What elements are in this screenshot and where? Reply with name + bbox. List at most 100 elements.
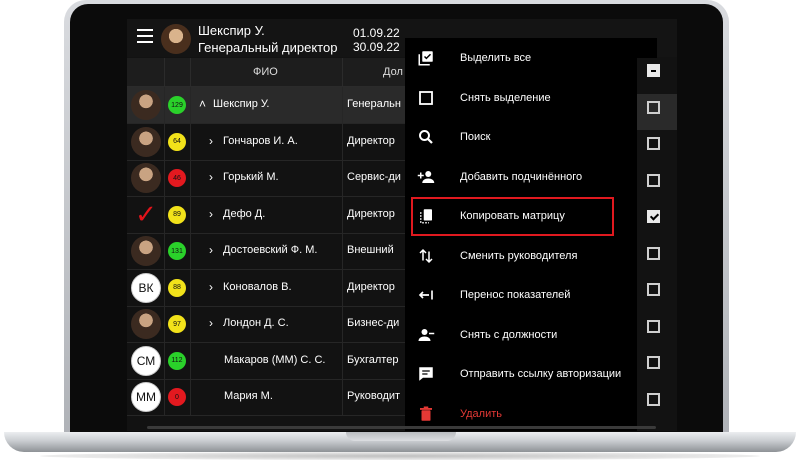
column-divider bbox=[342, 87, 343, 123]
chevron-up-icon[interactable]: ˄ bbox=[199, 97, 206, 111]
row-checkbox[interactable] bbox=[647, 210, 660, 223]
chevron-right-icon[interactable]: › bbox=[209, 134, 213, 148]
chevron-right-icon[interactable]: › bbox=[209, 316, 213, 330]
header-avatar-col bbox=[127, 58, 165, 86]
score-badge: 112 bbox=[168, 351, 186, 370]
column-divider bbox=[190, 342, 191, 379]
employee-name: Мария М. bbox=[224, 390, 273, 402]
row-checkbox[interactable] bbox=[647, 100, 660, 114]
date-to[interactable]: 30.09.22 bbox=[353, 40, 400, 54]
row-checkbox[interactable] bbox=[647, 356, 660, 369]
column-divider bbox=[342, 160, 343, 196]
menu-item-swap-vert[interactable]: Сменить руководителя bbox=[405, 237, 657, 276]
employee-name: Шекспир У. bbox=[213, 98, 270, 110]
employee-position: Бизнес-ди bbox=[347, 317, 400, 329]
menu-item-person-add[interactable]: Добавить подчинённого bbox=[405, 158, 657, 197]
chevron-right-icon[interactable]: › bbox=[209, 207, 213, 221]
column-divider bbox=[164, 196, 165, 233]
menu-item-search[interactable]: Поиск bbox=[405, 118, 657, 157]
swap-vert-icon bbox=[417, 247, 435, 265]
column-divider bbox=[164, 269, 165, 306]
row-checkbox[interactable] bbox=[647, 173, 660, 187]
column-divider bbox=[190, 87, 191, 123]
checkbox-blank-icon bbox=[417, 89, 435, 107]
user-name: Шекспир У. bbox=[198, 23, 265, 38]
delete-icon bbox=[417, 405, 435, 423]
employee-name: Макаров (ММ) С. С. bbox=[224, 353, 326, 366]
menu-item-copy[interactable]: Копировать матрицу bbox=[411, 197, 614, 236]
chevron-right-icon[interactable]: › bbox=[209, 170, 213, 184]
score-badge: 129 bbox=[168, 96, 186, 114]
laptop-shadow bbox=[40, 452, 760, 460]
date-from[interactable]: 01.09.22 bbox=[353, 26, 400, 40]
row-checkbox[interactable] bbox=[647, 283, 660, 296]
column-divider bbox=[190, 233, 191, 269]
score-badge: 64 bbox=[168, 132, 186, 151]
search-icon bbox=[417, 128, 435, 146]
context-menu: Выделить все Снять выделение Поиск Добавить… bbox=[405, 38, 657, 431]
employee-avatar[interactable]: ММ bbox=[131, 382, 161, 412]
row-checkbox[interactable] bbox=[647, 246, 660, 260]
header-score-col bbox=[164, 58, 191, 86]
row-checkbox[interactable] bbox=[647, 392, 660, 406]
employee-name: Дефо Д. bbox=[223, 207, 266, 220]
employee-avatar[interactable]: ВК bbox=[131, 272, 161, 303]
column-divider bbox=[190, 123, 191, 160]
employee-avatar[interactable] bbox=[131, 309, 161, 339]
menu-item-person-remove[interactable]: Снять с должности bbox=[405, 316, 657, 355]
chevron-right-icon[interactable]: › bbox=[209, 243, 213, 257]
column-divider bbox=[190, 379, 191, 415]
column-divider bbox=[164, 306, 165, 342]
employee-avatar[interactable]: ✓ bbox=[131, 199, 161, 230]
column-header-fio[interactable]: ФИО bbox=[253, 66, 278, 78]
menu-item-checkbox-blank[interactable]: Снять выделение bbox=[405, 79, 657, 118]
employee-position: Директор bbox=[347, 280, 395, 293]
employee-position: Генеральн bbox=[347, 98, 401, 110]
column-header-position[interactable]: Дол bbox=[383, 66, 403, 78]
menu-item-label: Удалить bbox=[460, 407, 502, 420]
horizontal-scrollbar[interactable] bbox=[147, 426, 656, 429]
score-badge: 131 bbox=[168, 242, 186, 260]
laptop-notch bbox=[346, 432, 456, 441]
menu-icon[interactable] bbox=[137, 29, 153, 43]
column-divider bbox=[190, 160, 191, 196]
select-all-checkbox[interactable] bbox=[647, 64, 660, 77]
column-divider bbox=[342, 342, 343, 379]
employee-avatar[interactable] bbox=[131, 90, 161, 120]
employee-name: Лондон Д. С. bbox=[223, 317, 289, 329]
employee-name: Коновалов В. bbox=[223, 280, 292, 293]
person-remove-icon bbox=[417, 326, 435, 344]
user-avatar[interactable] bbox=[161, 24, 191, 54]
row-checkbox[interactable] bbox=[647, 137, 660, 150]
row-checkbox[interactable] bbox=[647, 319, 660, 333]
column-divider bbox=[342, 123, 343, 160]
employee-avatar[interactable] bbox=[131, 163, 161, 193]
menu-item-message[interactable]: Отправить ссылку авторизации bbox=[405, 355, 657, 394]
column-divider bbox=[164, 379, 165, 415]
employee-position: Директор bbox=[347, 207, 395, 220]
employee-position: Директор bbox=[347, 134, 395, 147]
column-divider bbox=[342, 269, 343, 306]
menu-item-label: Поиск bbox=[460, 131, 491, 143]
employee-name: Горький М. bbox=[223, 171, 279, 183]
employee-avatar[interactable] bbox=[131, 126, 161, 157]
column-divider bbox=[164, 123, 165, 160]
score-badge: 46 bbox=[168, 169, 186, 187]
score-badge: 97 bbox=[168, 315, 186, 333]
column-divider bbox=[342, 379, 343, 415]
column-divider bbox=[190, 196, 191, 233]
employee-avatar[interactable]: СМ bbox=[131, 345, 161, 376]
employee-position: Внешний bbox=[347, 244, 394, 256]
select-all-icon bbox=[417, 49, 435, 67]
employee-position: Сервис-ди bbox=[347, 171, 401, 183]
column-divider bbox=[342, 306, 343, 342]
employee-avatar[interactable] bbox=[131, 236, 161, 266]
column-divider bbox=[342, 233, 343, 269]
chevron-right-icon[interactable]: › bbox=[209, 280, 213, 294]
menu-item-select-all[interactable]: Выделить все bbox=[405, 39, 657, 78]
column-divider bbox=[164, 87, 165, 123]
score-badge: 88 bbox=[168, 278, 186, 297]
column-divider bbox=[164, 160, 165, 196]
checkbox-column bbox=[637, 58, 677, 431]
menu-item-transfer[interactable]: Перенос показателей bbox=[405, 276, 657, 315]
